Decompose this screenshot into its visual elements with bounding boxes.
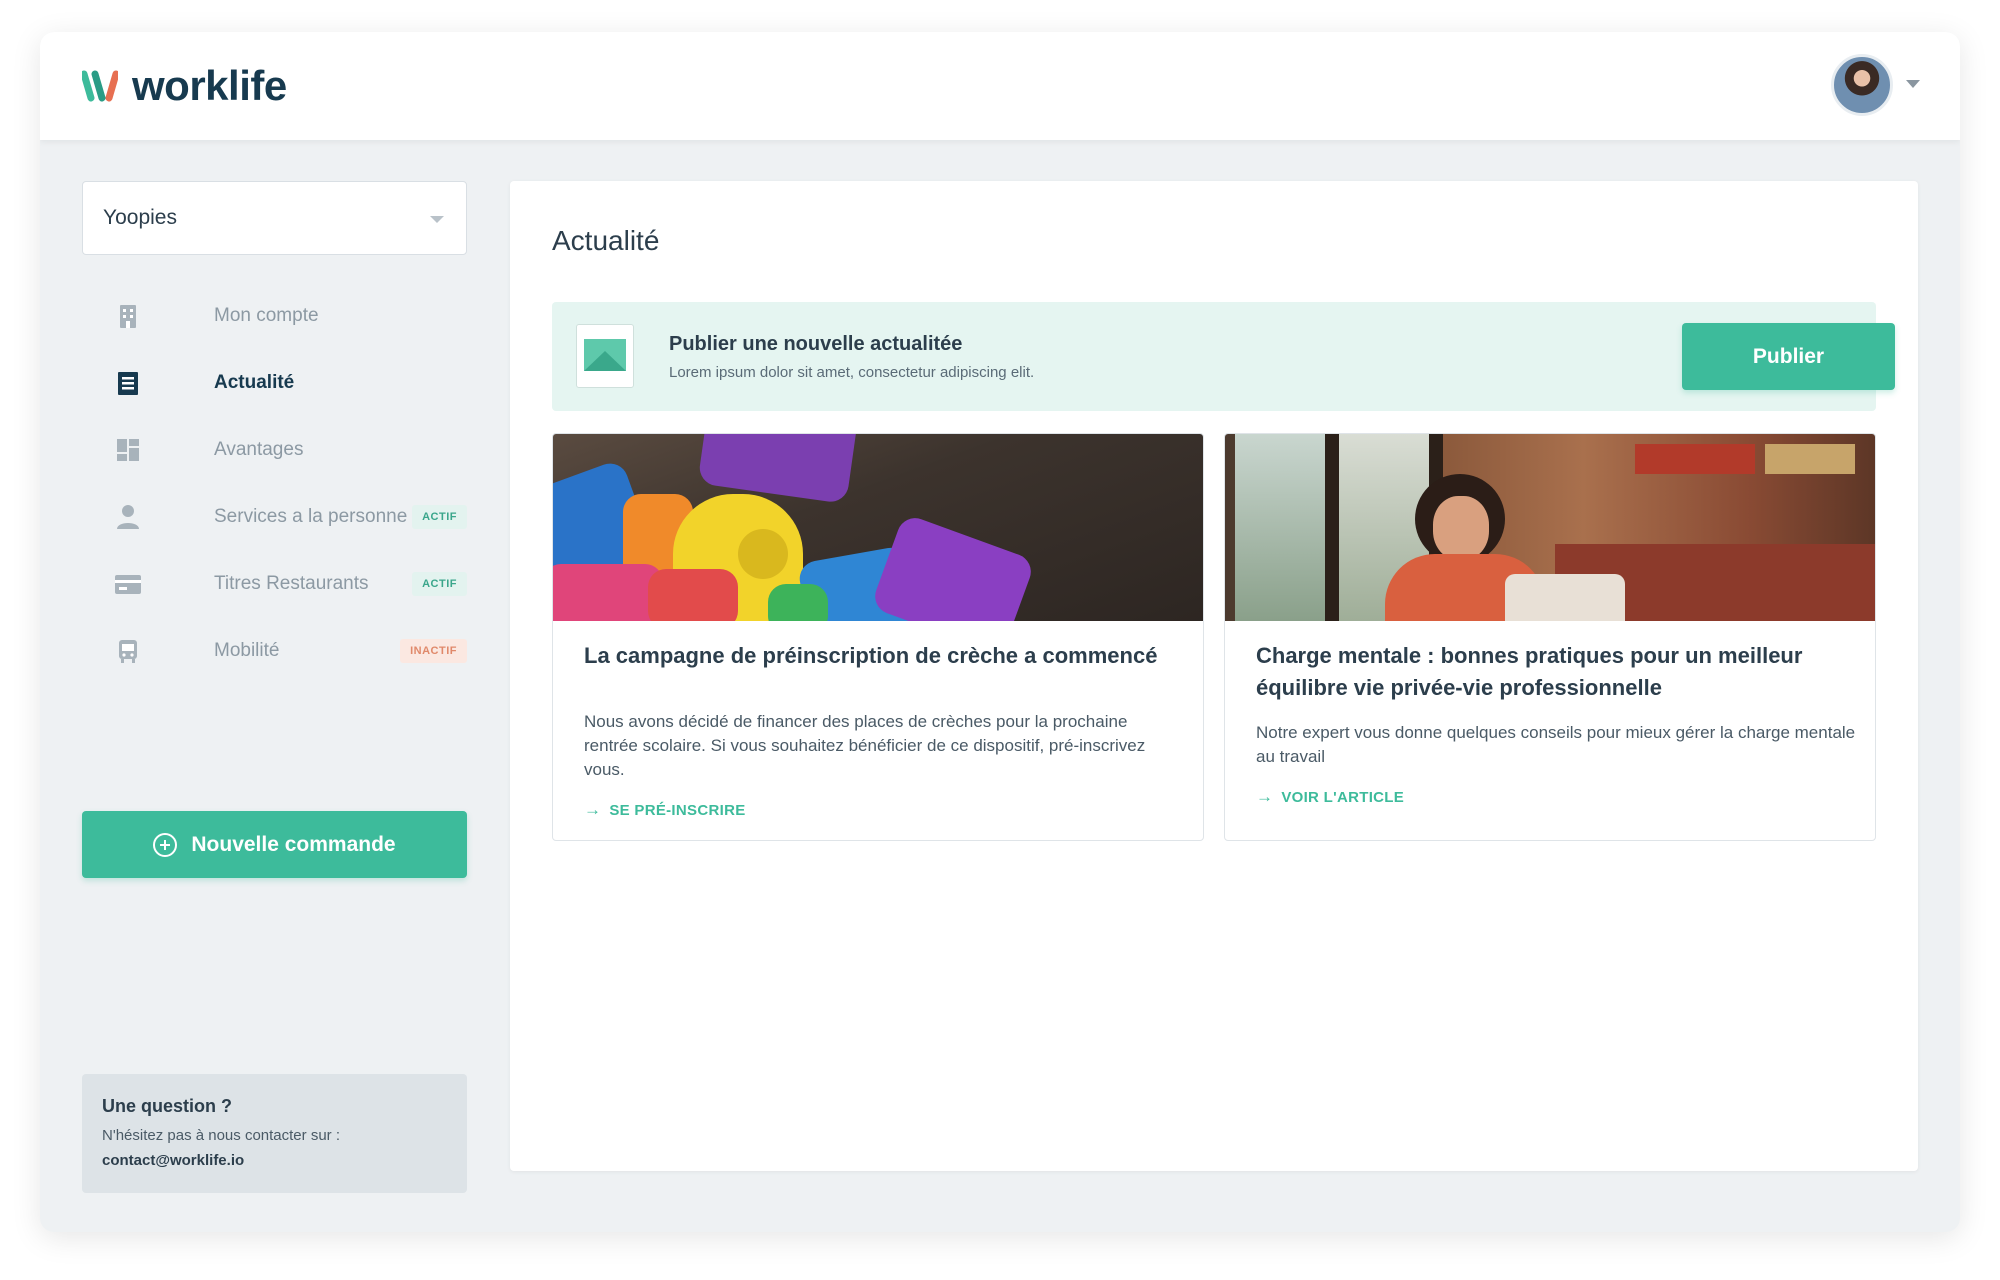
status-badge: ACTIF	[412, 571, 467, 596]
card-body: Nous avons décidé de financer des places…	[584, 712, 1146, 779]
sidebar-item-label: Services a la personne	[214, 505, 408, 527]
company-select[interactable]: Yoopies	[82, 181, 467, 255]
sidebar-item-titres-restaurants[interactable]: Titres Restaurants ACTIF	[82, 550, 467, 617]
card-image	[553, 434, 1203, 621]
pre-register-link[interactable]: → SE PRÉ-INSCRIRE	[584, 800, 746, 820]
card-title: La campagne de préinscription de crèche …	[584, 643, 1158, 668]
sidebar-item-label: Titres Restaurants	[214, 572, 369, 594]
new-order-button[interactable]: Nouvelle commande	[82, 811, 467, 878]
sidebar-item-label: Mon compte	[214, 304, 319, 326]
brand-logo[interactable]: worklife	[82, 62, 287, 110]
sidebar-nav: Mon compte Actualité Avantages Services …	[82, 282, 467, 684]
dashboard-icon	[117, 438, 139, 461]
publish-title: Publier une nouvelle actualitée	[669, 333, 963, 355]
contact-email-link[interactable]: contact@worklife.io	[102, 1152, 447, 1169]
page-title: Actualité	[552, 225, 660, 256]
help-text: N'hésitez pas à nous contacter sur :	[102, 1127, 340, 1144]
sidebar-item-avantages[interactable]: Avantages	[82, 416, 467, 483]
sidebar-item-label: Mobilité	[214, 639, 280, 661]
card-link-label: VOIR L'ARTICLE	[1281, 788, 1405, 806]
sidebar-item-actualite[interactable]: Actualité	[82, 349, 467, 416]
news-icon	[118, 371, 138, 395]
main-panel: Actualité Publier une nouvelle actualité…	[510, 181, 1918, 1171]
status-badge: INACTIF	[400, 638, 467, 663]
company-select-value: Yoopies	[103, 206, 177, 229]
card-link-label: SE PRÉ-INSCRIRE	[609, 801, 746, 819]
help-box: Une question ? N'hésitez pas à nous cont…	[82, 1074, 467, 1193]
sidebar-item-services[interactable]: Services a la personne ACTIF	[82, 483, 467, 550]
user-avatar[interactable]	[1831, 54, 1893, 116]
chevron-down-icon	[430, 216, 444, 223]
card-body: Notre expert vous donne quelques conseil…	[1256, 723, 1856, 766]
person-icon	[117, 504, 139, 529]
publish-button[interactable]: Publier	[1682, 323, 1895, 390]
image-placeholder-icon	[576, 324, 634, 388]
app-window: worklife Yoopies Mon compte Actualité Av…	[40, 32, 1960, 1232]
chevron-down-icon[interactable]	[1906, 80, 1920, 88]
card-image	[1225, 434, 1875, 621]
worklife-logo-icon	[82, 70, 118, 102]
news-card: Charge mentale : bonnes pratiques pour u…	[1224, 433, 1876, 841]
building-icon	[120, 304, 136, 328]
sidebar-item-mobilite[interactable]: Mobilité INACTIF	[82, 617, 467, 684]
new-order-label: Nouvelle commande	[191, 832, 396, 856]
bus-icon	[119, 639, 137, 663]
sidebar-item-label: Avantages	[214, 438, 304, 460]
card-title: Charge mentale : bonnes pratiques pour u…	[1256, 643, 1803, 700]
top-header: worklife	[40, 32, 1960, 140]
sidebar-item-label: Actualité	[214, 371, 295, 393]
help-title: Une question ?	[102, 1096, 232, 1116]
sidebar-item-mon-compte[interactable]: Mon compte	[82, 282, 467, 349]
publish-subtitle: Lorem ipsum dolor sit amet, consectetur …	[669, 364, 1035, 381]
read-article-link[interactable]: → VOIR L'ARTICLE	[1256, 787, 1404, 807]
card-icon	[115, 574, 141, 594]
news-card: La campagne de préinscription de crèche …	[552, 433, 1204, 841]
arrow-right-icon: →	[584, 800, 602, 819]
arrow-right-icon: →	[1256, 787, 1274, 806]
publish-news-banner: Publier une nouvelle actualitée Lorem ip…	[552, 302, 1895, 411]
status-badge: ACTIF	[412, 504, 467, 529]
plus-circle-icon	[153, 832, 178, 857]
brand-name: worklife	[132, 62, 287, 109]
